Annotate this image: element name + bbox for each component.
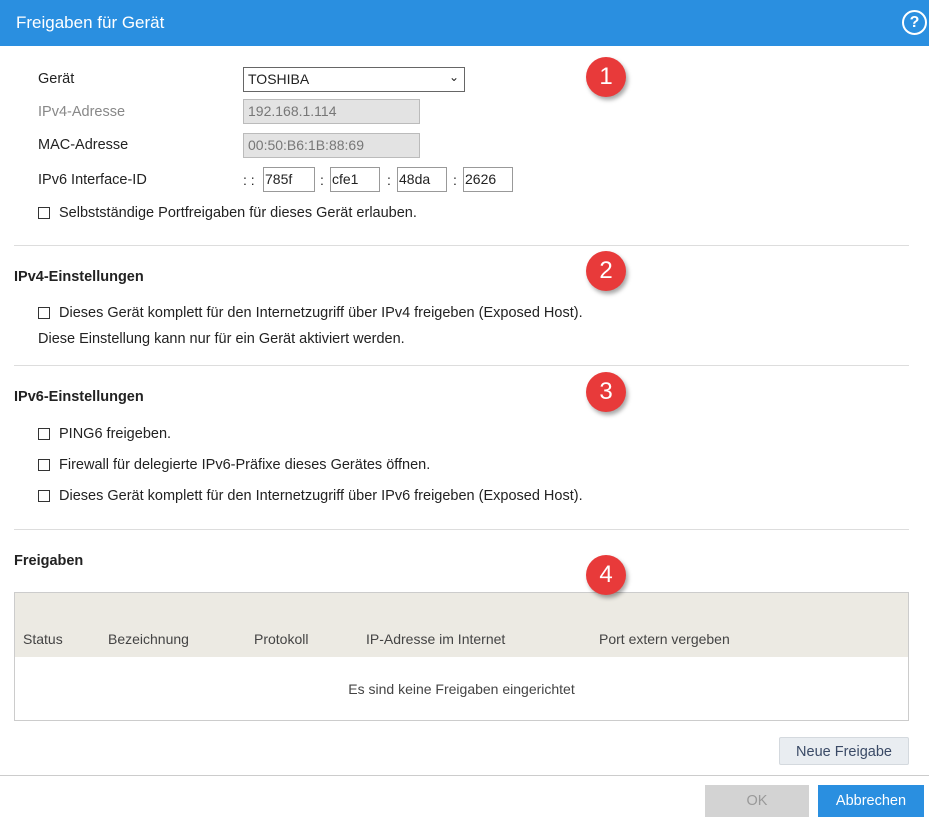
callout-badge-4: 4	[586, 555, 626, 595]
divider	[14, 365, 909, 366]
divider	[14, 529, 909, 530]
column-port-extern: Port extern vergeben	[599, 631, 730, 647]
ipv6-iid-label: IPv6 Interface-ID	[38, 172, 147, 188]
device-label: Gerät	[38, 71, 75, 87]
ipv6-sep: :	[320, 172, 324, 188]
callout-badge-3: 3	[586, 372, 626, 412]
allow-portfw-checkbox[interactable]	[38, 207, 50, 219]
column-ip-address: IP-Adresse im Internet	[366, 631, 506, 647]
ipv6-part-2[interactable]: cfe1	[330, 167, 380, 192]
allow-portfw-label: Selbstständige Portfreigaben für dieses …	[59, 205, 417, 221]
dialog-title: Freigaben für Gerät	[16, 13, 165, 32]
ipv6-exposed-checkbox[interactable]	[38, 490, 50, 502]
ping6-label: PING6 freigeben.	[59, 426, 172, 442]
chevron-down-icon: ⌄	[448, 70, 459, 84]
ipv4-note: Diese Einstellung kann nur für ein Gerät…	[38, 331, 405, 347]
callout-badge-1: 1	[586, 57, 626, 97]
device-select[interactable]: TOSHIBA ⌄	[243, 67, 465, 92]
freigaben-table: Status Bezeichnung Protokoll IP-Adresse …	[14, 592, 909, 721]
table-header: Status Bezeichnung Protokoll IP-Adresse …	[15, 593, 908, 657]
ipv6-part-3[interactable]: 48da	[397, 167, 447, 192]
ipv4-field: 192.168.1.114	[243, 99, 420, 124]
column-protokoll: Protokoll	[254, 631, 309, 647]
dialog-header: Freigaben für Gerät ?	[0, 0, 929, 46]
device-select-value: TOSHIBA	[248, 71, 310, 87]
footer-divider	[0, 775, 929, 776]
ipv6-sep: :	[453, 172, 457, 188]
ipv6-part-4[interactable]: 2626	[463, 167, 513, 192]
ipv6-prefix: : :	[243, 172, 255, 188]
mac-field: 00:50:B6:1B:88:69	[243, 133, 420, 158]
mac-label: MAC-Adresse	[38, 137, 129, 153]
ipv6-sep: :	[387, 172, 391, 188]
ipv4-exposed-label: Dieses Gerät komplett für den Internetzu…	[59, 305, 583, 321]
freigaben-section-title: Freigaben	[14, 553, 84, 569]
ipv6-section-title: IPv6-Einstellungen	[14, 389, 144, 405]
divider	[14, 245, 909, 246]
ipv4-section-title: IPv4-Einstellungen	[14, 269, 144, 285]
column-status: Status	[23, 631, 63, 647]
firewall-prefix-checkbox[interactable]	[38, 459, 50, 471]
ipv4-label: IPv4-Adresse	[38, 104, 126, 120]
callout-badge-2: 2	[586, 251, 626, 291]
ok-button[interactable]: OK	[705, 785, 809, 817]
new-freigabe-button[interactable]: Neue Freigabe	[779, 737, 909, 765]
firewall-prefix-label: Firewall für delegierte IPv6-Präfixe die…	[59, 457, 431, 473]
cancel-button[interactable]: Abbrechen	[818, 785, 924, 817]
ipv4-exposed-checkbox[interactable]	[38, 307, 50, 319]
empty-table-message: Es sind keine Freigaben eingerichtet	[348, 681, 575, 697]
column-bezeichnung: Bezeichnung	[108, 631, 189, 647]
ping6-checkbox[interactable]	[38, 428, 50, 440]
ipv6-exposed-label: Dieses Gerät komplett für den Internetzu…	[59, 488, 583, 504]
ipv6-part-1[interactable]: 785f	[263, 167, 315, 192]
help-icon[interactable]: ?	[902, 10, 927, 35]
